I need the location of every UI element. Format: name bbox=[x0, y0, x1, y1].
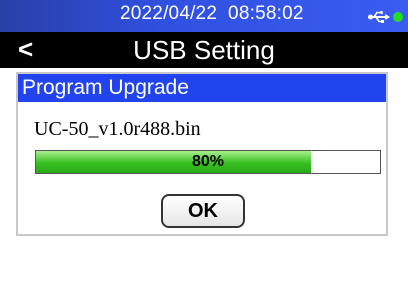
content-area bbox=[0, 240, 408, 307]
ok-button[interactable]: OK bbox=[161, 194, 245, 228]
upgrade-dialog: Program Upgrade UC-50_v1.0r488.bin 80% O… bbox=[16, 72, 388, 236]
status-datetime: 2022/04/22 08:58:02 bbox=[120, 3, 304, 24]
progress-label: 80% bbox=[191, 153, 225, 170]
title-bar: < USB Setting bbox=[0, 32, 408, 68]
progress-bar: 80% bbox=[35, 150, 381, 174]
page-title: USB Setting bbox=[133, 35, 275, 65]
status-bar: 2022/04/22 08:58:02 bbox=[0, 0, 408, 32]
dialog-header: Program Upgrade bbox=[18, 74, 386, 102]
file-name: UC-50_v1.0r488.bin bbox=[34, 118, 201, 140]
usb-icon bbox=[368, 10, 390, 28]
connection-indicator-icon bbox=[393, 12, 403, 22]
